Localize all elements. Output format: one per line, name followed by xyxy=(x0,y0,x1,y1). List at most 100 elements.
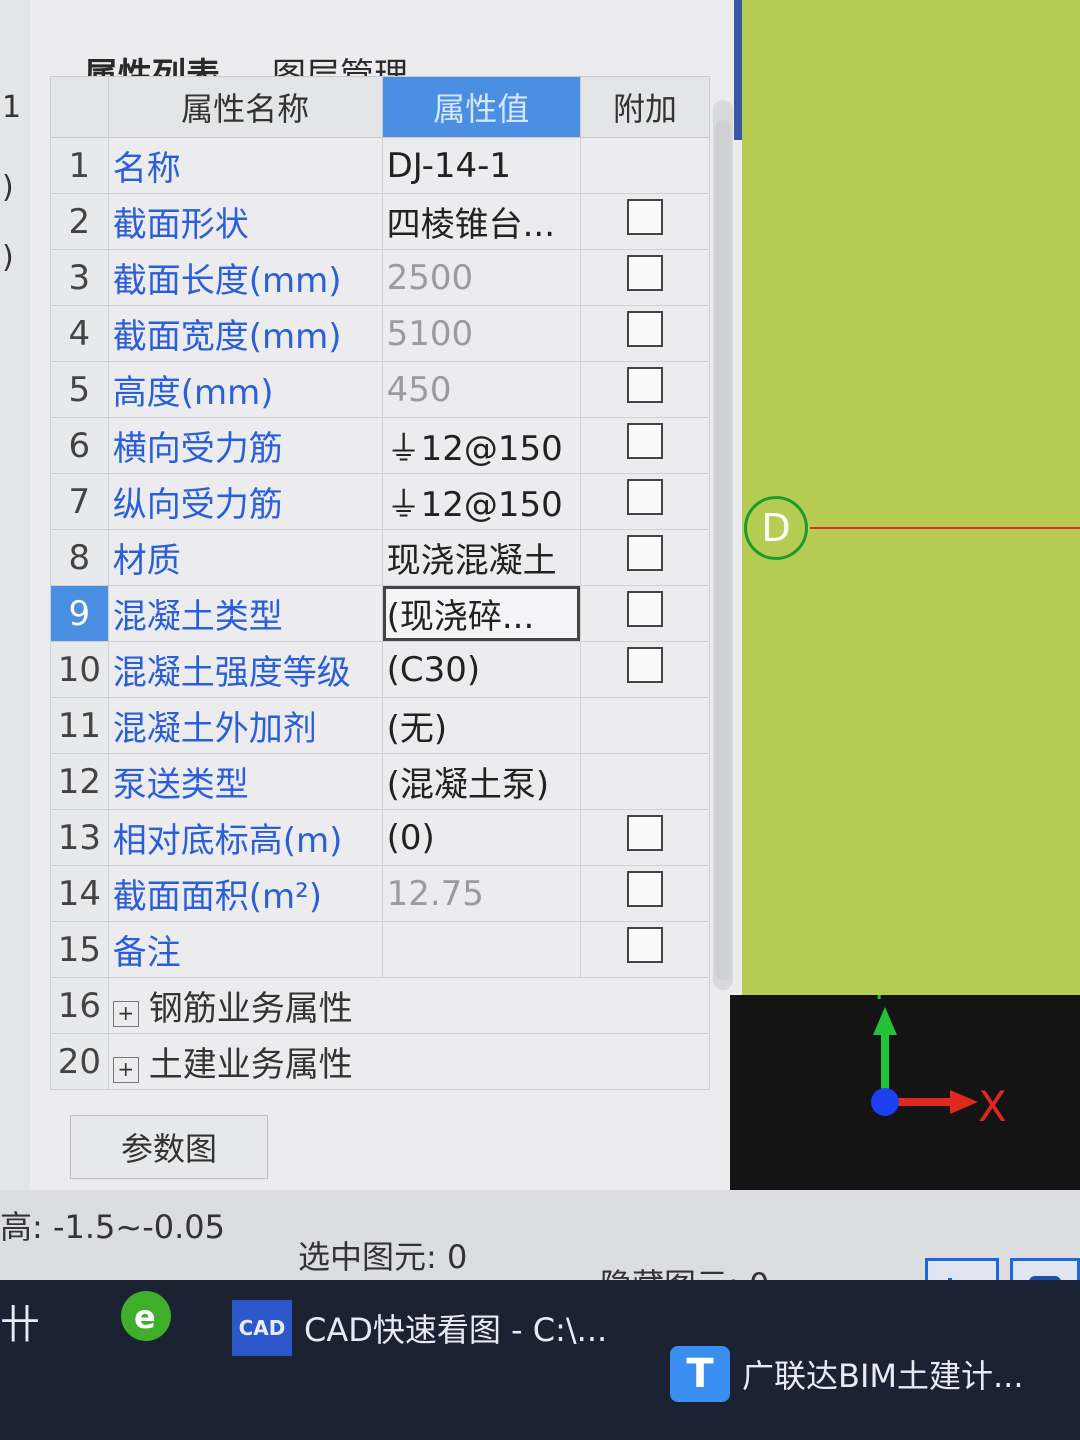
extra-checkbox[interactable] xyxy=(626,647,663,683)
property-name-cell[interactable]: + 土建业务属性 xyxy=(107,1033,711,1090)
property-value-cell[interactable]: (混凝土泵) xyxy=(381,753,581,810)
row-number: 5 xyxy=(50,361,109,418)
table-row[interactable]: 16 + 钢筋业务属性 xyxy=(50,977,711,1034)
property-value-cell[interactable]: (无) xyxy=(381,697,581,754)
row-number: 9 xyxy=(50,585,109,642)
property-value-cell[interactable]: 12.75 xyxy=(381,865,581,922)
taskbar-cad-viewer[interactable]: CAD CAD快速看图 - C:\... xyxy=(232,1300,607,1356)
taskbar-glodon-bim[interactable]: T 广联达BIM土建计... xyxy=(670,1346,1024,1402)
taskbar-start-glyph[interactable]: 卄 xyxy=(0,1292,40,1350)
property-name-cell[interactable]: 截面宽度(mm) xyxy=(107,305,383,362)
header-property-name[interactable]: 属性名称 xyxy=(107,76,383,138)
row-number: 1 xyxy=(50,137,109,194)
extra-cell xyxy=(579,417,711,474)
table-row[interactable]: 1 名称 DJ-14-1 xyxy=(50,137,711,194)
table-row[interactable]: 3 截面长度(mm) 2500 xyxy=(50,249,711,306)
row-number: 14 xyxy=(50,865,109,922)
property-name-cell[interactable]: + 钢筋业务属性 xyxy=(107,977,711,1034)
property-name-cell[interactable]: 相对底标高(m) xyxy=(107,809,383,866)
header-extra[interactable]: 附加 xyxy=(579,76,711,138)
property-value-cell[interactable]: 2500 xyxy=(381,249,581,306)
extra-checkbox[interactable] xyxy=(626,423,663,459)
extra-cell xyxy=(579,697,711,754)
property-name-cell[interactable]: 纵向受力筋 xyxy=(107,473,383,530)
property-value-cell[interactable]: (现浇碎... xyxy=(381,585,581,642)
edge-glyph: 1 xyxy=(2,90,22,125)
property-name-cell[interactable]: 截面长度(mm) xyxy=(107,249,383,306)
parameter-diagram-button[interactable]: 参数图 xyxy=(70,1115,268,1179)
cad-app-icon: CAD xyxy=(232,1300,292,1356)
extra-checkbox[interactable] xyxy=(626,927,663,963)
property-name-cell[interactable]: 高度(mm) xyxy=(107,361,383,418)
table-row[interactable]: 5 高度(mm) 450 xyxy=(50,361,711,418)
property-panel: 属性列表 图层管理 属性名称 属性值 附加 1名称DJ-14-12截面形状四棱锥… xyxy=(30,0,742,1250)
extra-checkbox[interactable] xyxy=(626,255,663,291)
property-value-cell[interactable]: 450 xyxy=(381,361,581,418)
extra-checkbox[interactable] xyxy=(626,479,663,515)
axis-marker[interactable]: D xyxy=(744,496,808,560)
extra-cell xyxy=(579,809,711,866)
property-value-cell[interactable]: 5100 xyxy=(381,305,581,362)
drawing-canvas[interactable] xyxy=(742,0,1080,995)
extra-checkbox[interactable] xyxy=(626,311,663,347)
property-name-cell[interactable]: 横向受力筋 xyxy=(107,417,383,474)
extra-cell xyxy=(579,473,711,530)
panel-scrollbar[interactable] xyxy=(713,100,733,990)
table-row[interactable]: 6 横向受力筋 ⏚12@150 xyxy=(50,417,711,474)
x-axis-label: X xyxy=(978,1082,1007,1131)
extra-cell xyxy=(579,193,711,250)
property-value-cell[interactable]: (C30) xyxy=(381,641,581,698)
table-row[interactable]: 10 混凝土强度等级 (C30) xyxy=(50,641,711,698)
extra-cell xyxy=(579,249,711,306)
property-name-cell[interactable]: 备注 xyxy=(107,921,383,978)
table-row[interactable]: 12 泵送类型 (混凝土泵) xyxy=(50,753,711,810)
table-row[interactable]: 4 截面宽度(mm) 5100 xyxy=(50,305,711,362)
property-value-cell[interactable]: 四棱锥台... xyxy=(381,193,581,250)
property-name-cell[interactable]: 混凝土外加剂 xyxy=(107,697,383,754)
table-row[interactable]: 15 备注 xyxy=(50,921,711,978)
header-property-value[interactable]: 属性值 xyxy=(381,76,581,138)
property-value-cell[interactable] xyxy=(381,921,581,978)
extra-checkbox[interactable] xyxy=(626,367,663,403)
property-value-cell[interactable]: 现浇混凝土 xyxy=(381,529,581,586)
property-name-cell[interactable]: 泵送类型 xyxy=(107,753,383,810)
row-number: 2 xyxy=(50,193,109,250)
property-name-cell[interactable]: 截面面积(m²) xyxy=(107,865,383,922)
table-row[interactable]: 8 材质 现浇混凝土 xyxy=(50,529,711,586)
property-name-cell[interactable]: 名称 xyxy=(107,137,383,194)
property-value-cell[interactable]: ⏚12@150 xyxy=(381,417,581,474)
extra-checkbox[interactable] xyxy=(626,871,663,907)
table-row[interactable]: 9 混凝土类型 (现浇碎... xyxy=(50,585,711,642)
status-selected: 选中图元: 0 xyxy=(298,1238,468,1276)
extra-checkbox[interactable] xyxy=(626,815,663,851)
property-value-cell[interactable]: ⏚12@150 xyxy=(381,473,581,530)
grid-axis-line xyxy=(810,527,1080,529)
extra-checkbox[interactable] xyxy=(626,535,663,571)
table-row[interactable]: 7 纵向受力筋 ⏚12@150 xyxy=(50,473,711,530)
table-row[interactable]: 20 + 土建业务属性 xyxy=(50,1033,711,1090)
extra-cell xyxy=(579,641,711,698)
table-row[interactable]: 11 混凝土外加剂 (无) xyxy=(50,697,711,754)
expand-icon[interactable]: + xyxy=(112,1001,139,1027)
property-value-cell[interactable]: (0) xyxy=(381,809,581,866)
expand-icon[interactable]: + xyxy=(112,1057,139,1083)
table-row[interactable]: 13 相对底标高(m) (0) xyxy=(50,809,711,866)
status-elevation: 高: -1.5~-0.05 xyxy=(0,1208,226,1246)
table-row[interactable]: 14 截面面积(m²) 12.75 xyxy=(50,865,711,922)
property-name-cell[interactable]: 混凝土强度等级 xyxy=(107,641,383,698)
cad-viewer-label: CAD快速看图 - C:\... xyxy=(304,1311,608,1349)
extra-cell xyxy=(579,865,711,922)
extra-checkbox[interactable] xyxy=(626,199,663,235)
y-axis-label: Y xyxy=(869,995,889,1007)
property-name-cell[interactable]: 材质 xyxy=(107,529,383,586)
scrollbar-thumb[interactable] xyxy=(715,120,731,980)
extra-checkbox[interactable] xyxy=(626,591,663,627)
property-name-cell[interactable]: 截面形状 xyxy=(107,193,383,250)
row-number: 12 xyxy=(50,753,109,810)
canvas-edge xyxy=(734,0,742,140)
property-name-cell[interactable]: 混凝土类型 xyxy=(107,585,383,642)
table-row[interactable]: 2 截面形状 四棱锥台... xyxy=(50,193,711,250)
taskbar-browser[interactable]: e xyxy=(116,1288,188,1344)
extra-cell xyxy=(579,361,711,418)
property-value-cell[interactable]: DJ-14-1 xyxy=(381,137,581,194)
